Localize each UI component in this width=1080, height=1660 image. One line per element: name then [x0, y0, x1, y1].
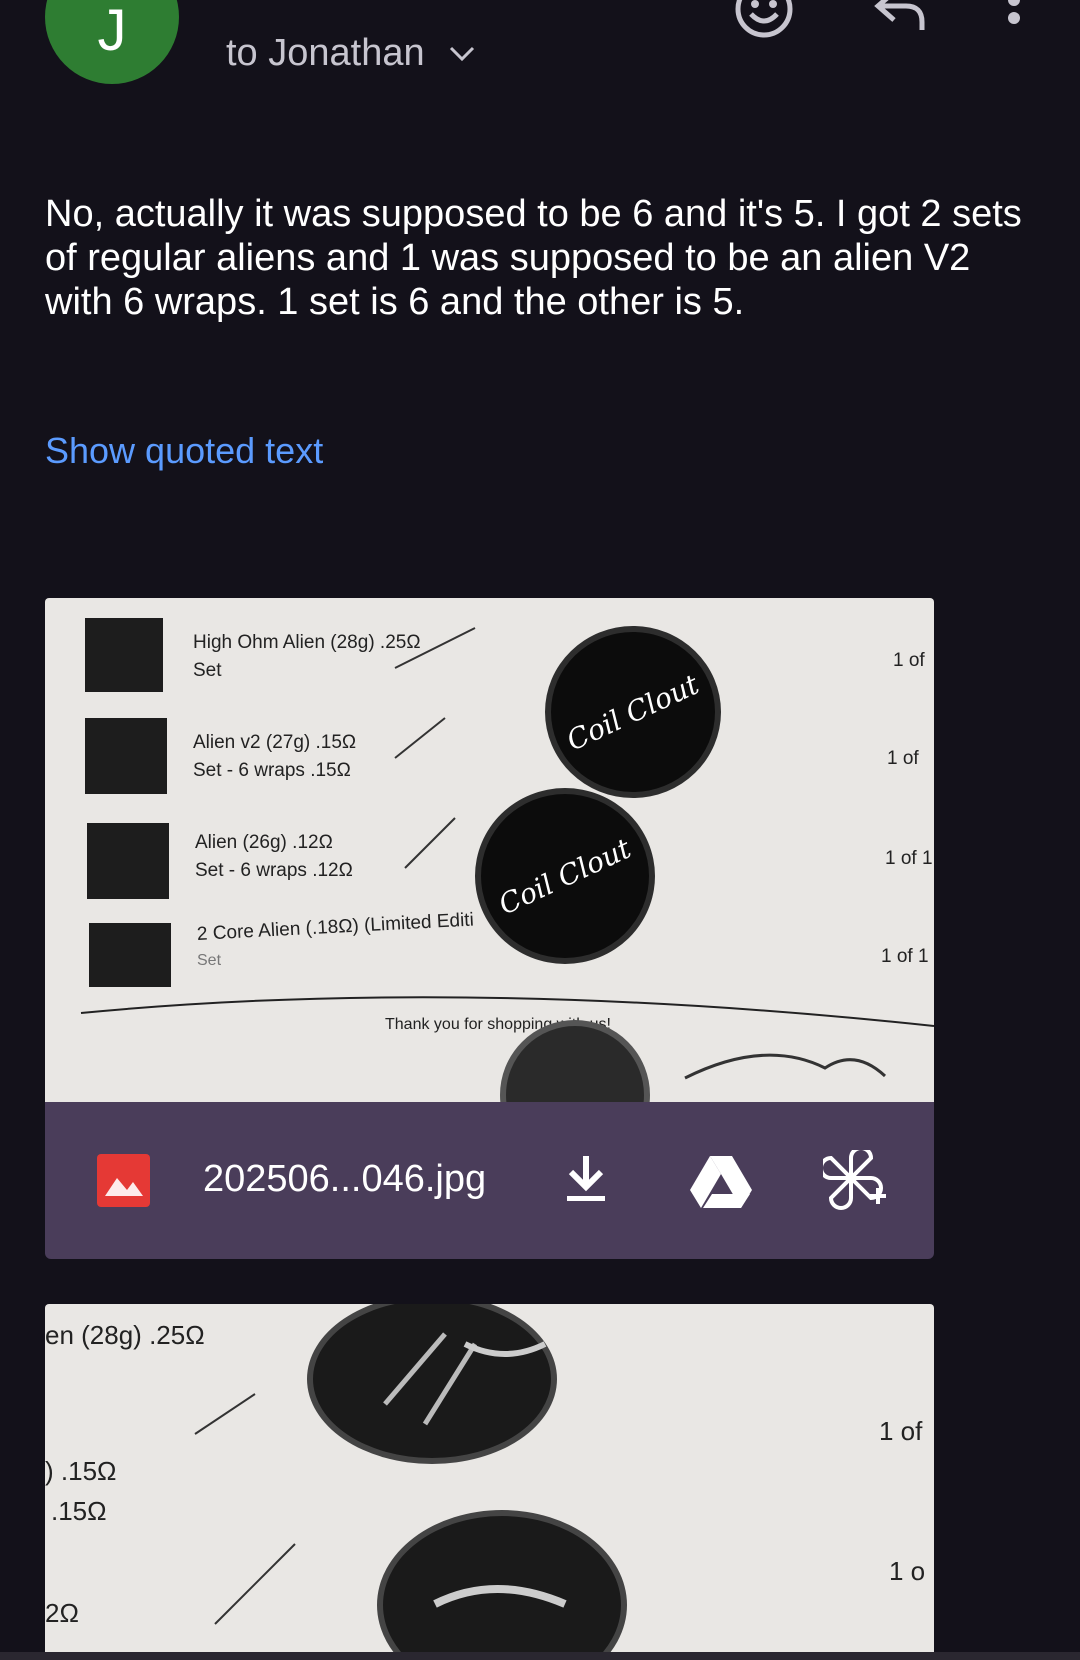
message-body: No, actually it was supposed to be 6 and… — [45, 193, 1022, 323]
more-vert-icon[interactable] — [1006, 0, 1022, 34]
attachment-filename[interactable]: 202506...046.jpg — [203, 1158, 486, 1201]
jar-brand-text: Coil Clout — [561, 667, 705, 757]
attachment-bar: 202506...046.jpg — [45, 1102, 934, 1259]
coil-jar: Coil Clout — [545, 626, 721, 798]
emoji-icon[interactable] — [733, 0, 795, 40]
coil-wires — [194, 1332, 567, 1625]
coil-jar: Coil Clout — [475, 788, 655, 964]
photos-add-icon[interactable] — [823, 1150, 887, 1212]
drive-icon[interactable] — [690, 1154, 752, 1208]
show-quoted-text-link[interactable]: Show quoted text — [45, 430, 323, 472]
download-icon[interactable] — [563, 1152, 609, 1204]
sender-avatar[interactable]: J — [45, 0, 179, 84]
attachment-image-preview[interactable]: en (28g) .25Ω ) .15Ω .15Ω 2Ω 1 of 1 o — [45, 1304, 934, 1656]
reply-icon[interactable] — [872, 0, 928, 32]
attachment-image-preview[interactable]: High Ohm Alien (28g) .25Ω Set Alien v2 (… — [45, 598, 934, 1103]
jar-brand-text: Coil Clout — [493, 831, 637, 921]
avatar-initial: J — [97, 0, 127, 63]
recipient-text: to Jonathan — [226, 32, 425, 74]
bottom-divider — [0, 1652, 1080, 1660]
image-icon — [97, 1154, 150, 1207]
recipient-details-toggle[interactable]: to Jonathan — [226, 32, 475, 75]
chevron-down-icon — [449, 46, 474, 61]
